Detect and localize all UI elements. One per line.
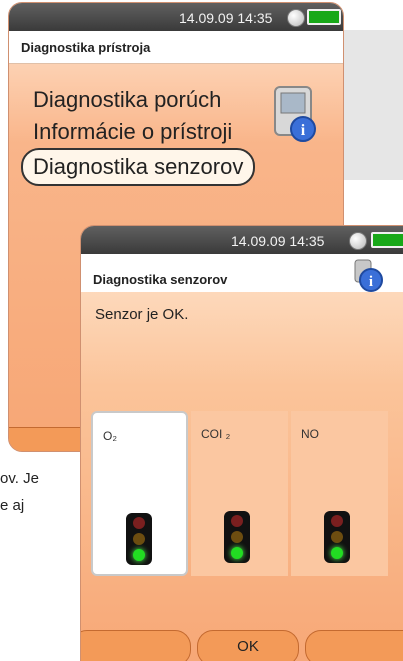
traffic-light-icon <box>126 513 152 565</box>
info-icon: i <box>354 259 383 292</box>
lamp-red <box>331 515 343 527</box>
device-screen-front: 14.09.09 14:35 Diagnostika senzorov i Se… <box>80 225 403 661</box>
screen-title: Diagnostika senzorov <box>93 272 228 287</box>
lamp-amber <box>231 531 243 543</box>
device-info-icon: i <box>274 86 316 142</box>
traffic-light-icon <box>224 511 250 563</box>
status-circle-icon <box>349 232 367 250</box>
status-time: 14.09.09 14:35 <box>231 233 325 249</box>
menu-item-fault-diagnostics[interactable]: Diagnostika porúch <box>33 87 221 113</box>
status-circle-icon <box>287 9 305 27</box>
side-text-line1: ov. Je <box>0 470 39 487</box>
menu-item-device-info[interactable]: Informácie o prístroji <box>33 119 232 145</box>
menu-item-sensor-diagnostics[interactable]: Diagnostika senzorov <box>21 148 256 186</box>
sensor-no[interactable]: NO <box>291 411 388 576</box>
lamp-green <box>231 547 243 559</box>
sensor-o2[interactable]: O₂ <box>91 411 188 576</box>
svg-text:i: i <box>369 274 373 290</box>
screen-title: Diagnostika prístroja <box>21 40 151 55</box>
battery-icon <box>371 232 403 248</box>
lamp-red <box>231 515 243 527</box>
sensor-name: NO <box>301 427 319 441</box>
softkey-left[interactable] <box>81 630 191 661</box>
svg-text:i: i <box>301 122 306 139</box>
sensor-name: COI ₂ <box>201 427 231 441</box>
lamp-red <box>133 517 145 529</box>
status-bar: 14.09.09 14:35 <box>81 226 403 254</box>
status-bar: 14.09.09 14:35 <box>9 3 343 31</box>
ok-button[interactable]: OK <box>197 630 299 661</box>
softkey-right[interactable] <box>305 630 403 661</box>
sensor-co2[interactable]: COI ₂ <box>191 411 288 576</box>
lamp-amber <box>331 531 343 543</box>
status-time: 14.09.09 14:35 <box>179 10 273 26</box>
screen-title-bar: Diagnostika prístroja <box>9 31 343 64</box>
lamp-green <box>133 549 145 561</box>
lamp-green <box>331 547 343 559</box>
side-text-line2: e aj <box>0 497 25 514</box>
status-message: Senzor je OK. <box>95 306 189 323</box>
lamp-amber <box>133 533 145 545</box>
background-panel <box>335 30 403 180</box>
traffic-light-icon <box>324 511 350 563</box>
battery-icon <box>307 9 341 25</box>
sensor-name: O₂ <box>103 429 117 443</box>
